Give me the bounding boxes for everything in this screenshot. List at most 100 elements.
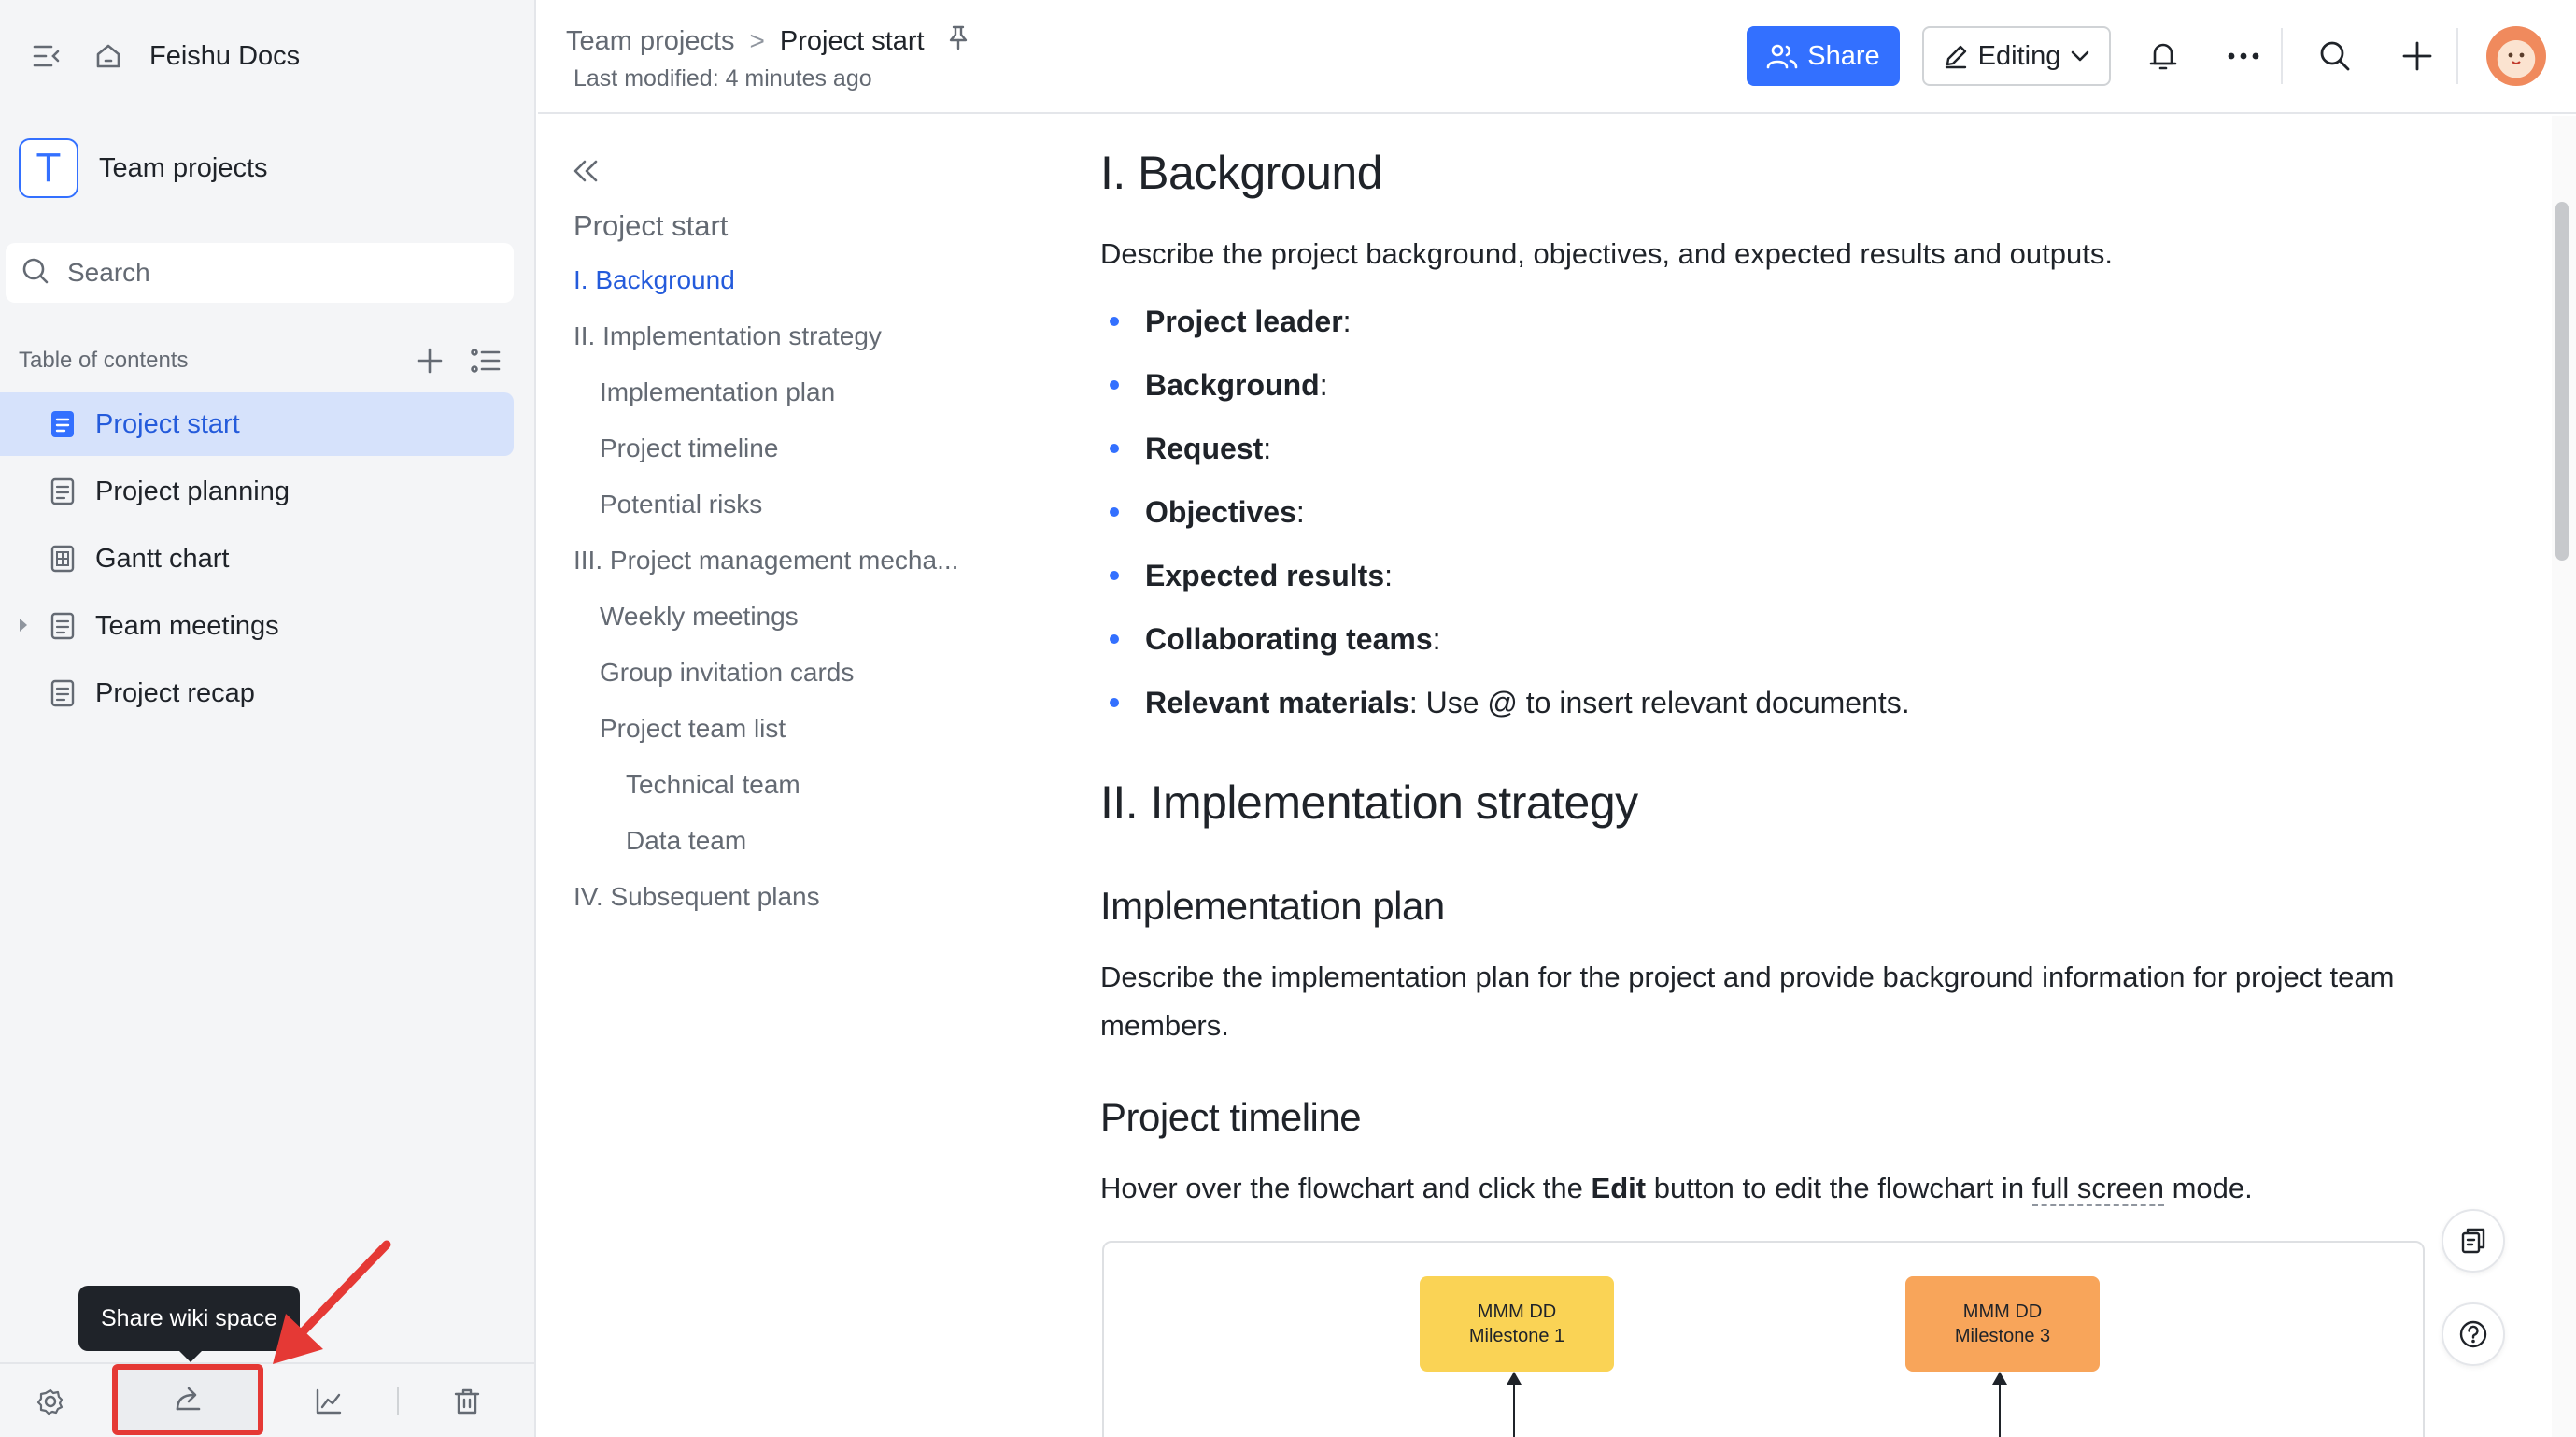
search-placeholder: Search xyxy=(67,258,150,287)
doc-header: Team projects > Project start Last modif… xyxy=(538,0,2576,114)
sidebar-top-bar: Feishu Docs xyxy=(28,37,300,75)
heading-implementation-strategy: II. Implementation strategy xyxy=(1100,776,1638,829)
doc-icon xyxy=(49,476,77,507)
outline-item[interactable]: IV. Subsequent plans xyxy=(573,882,820,912)
pin-icon[interactable] xyxy=(947,24,970,58)
sidebar-item-project-recap[interactable]: Project recap xyxy=(0,662,514,725)
connector-line xyxy=(1999,1373,2001,1437)
user-avatar[interactable] xyxy=(2486,26,2546,86)
heading-project-timeline: Project timeline xyxy=(1100,1095,1362,1139)
outline-item[interactable]: Implementation plan xyxy=(600,377,835,407)
space-name: Team projects xyxy=(99,152,268,183)
outline-item[interactable]: Potential risks xyxy=(600,490,762,519)
more-options-icon[interactable] xyxy=(2225,37,2262,75)
search-icon[interactable] xyxy=(2316,37,2354,75)
home-icon[interactable] xyxy=(90,37,127,75)
outline-item[interactable]: Technical team xyxy=(626,770,800,800)
share-icon xyxy=(173,1384,203,1416)
outline-title[interactable]: Project start xyxy=(573,209,728,243)
sidebar-item-gantt-chart[interactable]: Gantt chart xyxy=(0,527,514,590)
editing-mode-dropdown[interactable]: Editing xyxy=(1922,26,2111,86)
background-intro: Describe the project background, objecti… xyxy=(1100,237,2113,270)
toc-header: Table of contents xyxy=(19,342,504,379)
sidebar-bottom-toolbar xyxy=(0,1362,536,1437)
connector-line xyxy=(1513,1373,1515,1437)
list-item: Request: xyxy=(1100,417,1910,480)
sidebar-item-label: Team meetings xyxy=(95,610,279,641)
sidebar-item-project-start[interactable]: Project start xyxy=(0,392,514,456)
app-name[interactable]: Feishu Docs xyxy=(149,41,300,72)
outline-item[interactable]: Project timeline xyxy=(600,434,778,463)
chevron-right-icon: > xyxy=(749,26,765,55)
search-icon xyxy=(21,256,50,291)
sidebar-item-project-planning[interactable]: Project planning xyxy=(0,460,514,523)
editing-label: Editing xyxy=(1977,40,2061,71)
wiki-space-header[interactable]: T Team projects xyxy=(19,138,268,198)
heading-implementation-plan: Implementation plan xyxy=(1100,884,1445,928)
toc-title: Table of contents xyxy=(19,348,189,373)
settings-icon[interactable] xyxy=(32,1383,69,1420)
flowchart-embed[interactable]: MMM DD Milestone 1 MMM DD Milestone 3 xyxy=(1102,1241,2425,1437)
scrollbar-thumb[interactable] xyxy=(2555,202,2569,561)
sidebar-item-label: Project recap xyxy=(95,677,255,708)
header-divider xyxy=(2281,28,2283,84)
list-item: Background: xyxy=(1100,353,1910,417)
share-wiki-space-button[interactable] xyxy=(112,1364,263,1435)
expand-caret-icon[interactable] xyxy=(17,617,30,638)
comment-panel-button[interactable] xyxy=(2442,1209,2505,1273)
list-item: Objectives: xyxy=(1100,480,1910,544)
analytics-icon[interactable] xyxy=(310,1383,347,1420)
page-tree: Project start Project planning Gantt cha… xyxy=(0,392,536,729)
space-avatar: T xyxy=(19,138,78,198)
outline-item[interactable]: Group invitation cards xyxy=(600,658,854,688)
app-window: Feishu Docs T Team projects Search Table… xyxy=(0,0,2576,1437)
outline-item[interactable]: I. Background xyxy=(573,265,735,295)
help-button[interactable] xyxy=(2442,1302,2505,1366)
breadcrumb: Team projects > Project start xyxy=(566,24,970,58)
full-screen-term[interactable]: full screen xyxy=(2031,1172,2164,1206)
sidebar-item-team-meetings[interactable]: Team meetings xyxy=(0,594,514,658)
outline-item[interactable]: Weekly meetings xyxy=(600,602,799,632)
add-page-icon[interactable] xyxy=(411,342,448,379)
grid-icon xyxy=(49,543,77,575)
sidebar-item-label: Project start xyxy=(95,408,240,439)
last-modified: Last modified: 4 minutes ago xyxy=(573,65,872,92)
implementation-plan-text: Describe the implementation plan for the… xyxy=(1100,960,2395,1042)
toc-list-icon[interactable] xyxy=(467,342,504,379)
pencil-icon xyxy=(1945,45,1966,69)
milestone-node[interactable]: MMM DD Milestone 1 xyxy=(1420,1276,1614,1372)
outline-item[interactable]: III. Project management mecha... xyxy=(573,546,958,576)
help-icon xyxy=(2459,1320,2487,1348)
sidebar-item-label: Project planning xyxy=(95,476,290,506)
list-item: Project leader: xyxy=(1100,290,1910,353)
list-item: Collaborating teams: xyxy=(1100,607,1910,671)
outline-item[interactable]: II. Implementation strategy xyxy=(573,321,882,351)
breadcrumb-page[interactable]: Project start xyxy=(780,26,925,57)
annotation-arrow xyxy=(273,1240,391,1364)
doc-icon xyxy=(49,677,77,709)
heading-background: I. Background xyxy=(1100,147,1383,199)
background-bullet-list: Project leader: Background: Request: Obj… xyxy=(1100,290,1910,734)
sidebar: Feishu Docs T Team projects Search Table… xyxy=(0,0,536,1437)
add-icon[interactable] xyxy=(2399,37,2436,75)
bell-icon[interactable] xyxy=(2144,37,2182,75)
header-divider xyxy=(2456,28,2458,84)
outline-item[interactable]: Data team xyxy=(626,826,746,856)
timeline-instructions: Hover over the flowchart and click the E… xyxy=(1100,1172,2253,1206)
doc-icon xyxy=(49,408,77,440)
trash-icon[interactable] xyxy=(448,1383,486,1420)
milestone-node[interactable]: MMM DD Milestone 3 xyxy=(1905,1276,2100,1372)
collapse-sidebar-icon[interactable] xyxy=(28,37,65,75)
document-comment-icon xyxy=(2461,1228,2485,1254)
breadcrumb-space[interactable]: Team projects xyxy=(566,26,735,57)
sidebar-item-label: Gantt chart xyxy=(95,543,230,574)
share-button[interactable]: Share xyxy=(1747,26,1900,86)
outline-item[interactable]: Project team list xyxy=(600,714,786,744)
share-button-label: Share xyxy=(1807,40,1880,71)
list-item: Relevant materials: Use @ to insert rele… xyxy=(1100,671,1910,734)
toolbar-divider xyxy=(397,1387,399,1415)
list-item: Expected results: xyxy=(1100,544,1910,607)
collapse-outline-icon[interactable] xyxy=(572,159,600,188)
search-input[interactable]: Search xyxy=(6,243,514,303)
doc-icon xyxy=(49,610,77,642)
